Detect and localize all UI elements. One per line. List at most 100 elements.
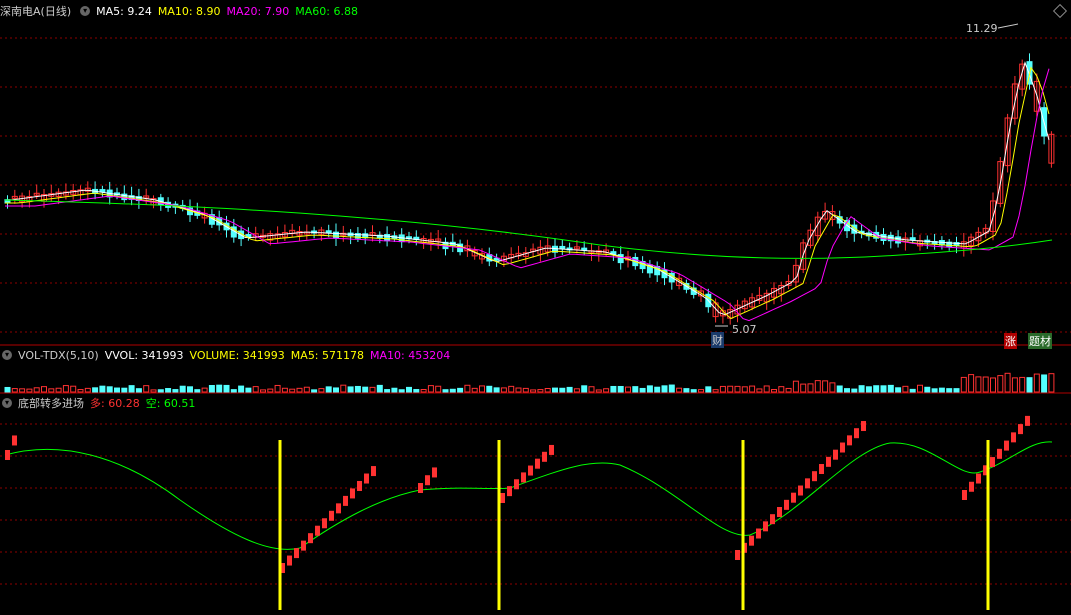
volume-bar bbox=[873, 385, 880, 393]
chevron-down-icon[interactable]: ▾ bbox=[2, 350, 12, 360]
volume-bar bbox=[252, 386, 259, 393]
volume-bar bbox=[771, 389, 777, 393]
volume-bar bbox=[318, 388, 325, 393]
volume-bar bbox=[157, 389, 164, 393]
ma5-line bbox=[5, 61, 1050, 316]
long-signal-bar bbox=[507, 486, 512, 497]
volume-bar bbox=[1019, 376, 1026, 393]
volume-bar bbox=[931, 388, 938, 393]
long-signal-bar bbox=[528, 465, 533, 476]
long-signal-bar bbox=[301, 540, 306, 551]
vvol-value: VVOL: 341993 bbox=[104, 348, 184, 362]
volume-bar bbox=[822, 380, 829, 393]
volume-bar bbox=[311, 389, 318, 393]
volume-bar bbox=[325, 386, 332, 393]
volume-bar bbox=[719, 385, 726, 393]
volume-bar bbox=[938, 387, 945, 393]
long-signal-bar bbox=[763, 521, 768, 532]
ma10-line bbox=[5, 66, 1050, 320]
volume-bar bbox=[420, 389, 427, 393]
long-signal-bar bbox=[805, 478, 810, 489]
volume-header: ▾ VOL-TDX(5,10) VVOL: 341993 VOLUME: 341… bbox=[0, 346, 456, 364]
volume-bar bbox=[953, 388, 960, 393]
volume-bar bbox=[267, 388, 274, 393]
volume-bar bbox=[829, 382, 836, 393]
short-value: 空: 60.51 bbox=[145, 397, 196, 410]
long-signal-bar bbox=[735, 550, 740, 560]
chevron-down-icon[interactable]: ▾ bbox=[80, 6, 91, 16]
volume-bar bbox=[508, 385, 515, 393]
volume-bar bbox=[333, 387, 339, 393]
long-signal-bar bbox=[12, 435, 17, 446]
volume-bar bbox=[698, 389, 704, 393]
limit-up-badge[interactable]: 涨 bbox=[1004, 333, 1017, 349]
volume-bar bbox=[515, 387, 522, 393]
indicator-title[interactable]: 底部转多进场 bbox=[18, 395, 84, 411]
long-signal-bar bbox=[432, 467, 437, 478]
main-header: 深南电A(日线) ▾ MA5: 9.24 MA10: 8.90 MA20: 7.… bbox=[0, 2, 364, 20]
volume-bar bbox=[464, 384, 471, 393]
finance-badge[interactable]: 财 bbox=[711, 332, 724, 348]
volume-bar bbox=[398, 389, 405, 393]
volume-bar bbox=[712, 389, 719, 393]
long-signal-bar bbox=[798, 485, 803, 496]
volume-bar bbox=[135, 388, 142, 393]
hot-topic-badge[interactable]: 题材 bbox=[1028, 333, 1052, 349]
long-signal-bar bbox=[1018, 424, 1023, 435]
long-signal-bar bbox=[542, 451, 547, 462]
long-signal-bar bbox=[425, 475, 430, 486]
volume-bar bbox=[376, 384, 383, 393]
volume-bar bbox=[449, 388, 456, 393]
volume-bar bbox=[187, 386, 193, 393]
volume-bar bbox=[26, 388, 33, 393]
volume-bar bbox=[238, 385, 245, 393]
volume-bar bbox=[165, 388, 172, 393]
long-signal-bar bbox=[1011, 432, 1016, 443]
volume-bar bbox=[340, 384, 347, 393]
volume-bar bbox=[975, 376, 982, 393]
long-signal-bar bbox=[514, 479, 519, 490]
volume-bar bbox=[92, 387, 99, 393]
volume-bar bbox=[727, 385, 734, 393]
volume-bar bbox=[4, 386, 11, 393]
volume-bar bbox=[99, 385, 106, 393]
high-price-label: 11.29 bbox=[966, 22, 998, 35]
volume-bar bbox=[814, 380, 821, 393]
volume-bar bbox=[289, 388, 296, 393]
volume-bar bbox=[917, 384, 923, 393]
long-signal-bar bbox=[854, 428, 859, 439]
stock-title[interactable]: 深南电A(日线) bbox=[0, 3, 71, 19]
volume-bar bbox=[223, 384, 230, 393]
volume-bar bbox=[968, 374, 975, 393]
volume-bar bbox=[194, 389, 201, 393]
long-signal-bar bbox=[777, 507, 782, 518]
volume-bar bbox=[792, 380, 799, 393]
volume-bar bbox=[281, 387, 288, 393]
volume-bar bbox=[997, 375, 1004, 393]
chevron-down-icon[interactable]: ▾ bbox=[2, 398, 12, 408]
long-signal-bar bbox=[847, 435, 852, 446]
short-line bbox=[4, 441, 1053, 550]
ma60-value: MA60: 6.88 bbox=[295, 4, 358, 18]
volume-bar bbox=[33, 387, 40, 393]
long-signal-bar bbox=[308, 533, 313, 544]
volume-indicator-title[interactable]: VOL-TDX(5,10) bbox=[18, 349, 99, 362]
volume-bar bbox=[946, 388, 953, 393]
volume-bar bbox=[639, 387, 646, 393]
volume-bar bbox=[500, 387, 507, 393]
volume-value: VOLUME: 341993 bbox=[189, 348, 285, 362]
ma5-value: MA5: 9.24 bbox=[96, 4, 152, 18]
volume-bar bbox=[486, 385, 493, 393]
volume-bar bbox=[858, 385, 865, 393]
volume-bar bbox=[201, 387, 208, 393]
long-signal-bar bbox=[819, 464, 824, 475]
long-signal-bar bbox=[5, 450, 10, 460]
volume-bar bbox=[493, 387, 500, 393]
long-signal-bar bbox=[784, 499, 789, 510]
stock-chart-canvas[interactable] bbox=[0, 0, 1071, 615]
long-signal-bar bbox=[322, 518, 327, 529]
long-signal-bar bbox=[357, 480, 362, 491]
volume-ma10-value: MA10: 453204 bbox=[370, 348, 451, 362]
volume-bar bbox=[384, 389, 391, 393]
volume-bar bbox=[1026, 377, 1033, 393]
